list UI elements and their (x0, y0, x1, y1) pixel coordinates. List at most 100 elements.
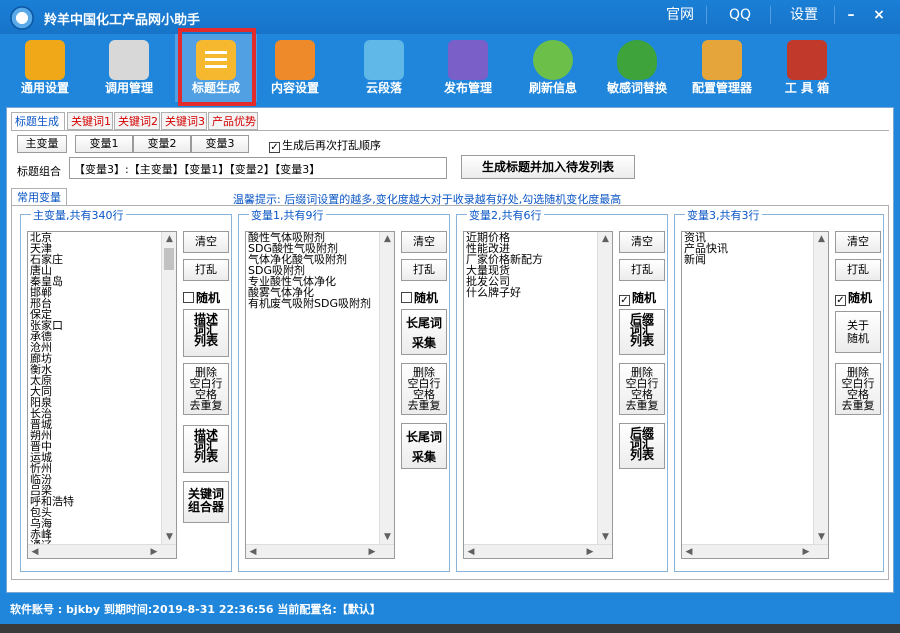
checkbox-unchecked-icon (183, 292, 194, 303)
vertical-scrollbar[interactable]: ▲ ▼ (379, 232, 394, 544)
shuffle-button[interactable]: 打乱 (401, 259, 447, 281)
list-item[interactable]: 什么牌子好 (464, 287, 612, 298)
main-toolbar: 通用设置 调用管理 标题生成 内容设置 云段落 发布管理 刷新信息 敏感词替换 … (0, 34, 900, 104)
scroll-right-icon[interactable]: ▶ (365, 545, 379, 558)
shuffle-button[interactable]: 打乱 (835, 259, 881, 281)
delete-blank-button[interactable]: 删除 空白行 空格 去重复 (835, 363, 881, 415)
subtab-keyword2[interactable]: 关键词2 (114, 112, 160, 130)
minimize-button[interactable]: – (838, 4, 864, 26)
tool-sensitive-word-replace[interactable]: 敏感词替换 (596, 34, 678, 102)
tool-label: 工 具 箱 (784, 81, 830, 95)
description-list-button-2[interactable]: 描述 词汇 列表 (183, 425, 229, 473)
random-checkbox[interactable]: 随机 (401, 289, 461, 306)
button-text: 列表 (193, 334, 218, 348)
scroll-down-icon[interactable]: ▼ (380, 530, 394, 544)
longtail-collect-button-2[interactable]: 长尾词 采集 (401, 423, 447, 469)
var2-button[interactable]: 变量2 (133, 135, 191, 153)
scroll-down-icon[interactable]: ▼ (814, 530, 828, 544)
tool-label: 调用管理 (104, 81, 153, 95)
title-combo-input[interactable]: 【变量3】:【主变量】【变量1】【变量2】【变量3】 (69, 157, 447, 179)
group-var3: 变量3,共有3行 资讯 产品快讯 新闻 ▲ ▼ ◀ ▶ 清空 打乱 ✓ 随机 关… (674, 207, 884, 572)
scroll-up-icon[interactable]: ▲ (814, 232, 828, 246)
random-checkbox[interactable]: ✓ 随机 (835, 289, 895, 306)
delete-blank-button[interactable]: 删除 空白行 空格 去重复 (401, 363, 447, 415)
clear-button[interactable]: 清空 (619, 231, 665, 253)
official-site-link[interactable]: 官网 (656, 4, 704, 26)
longtail-collect-button[interactable]: 长尾词 采集 (401, 309, 447, 355)
qq-link[interactable]: QQ (712, 4, 768, 26)
delete-blank-button[interactable]: 删除 空白行 空格 去重复 (619, 363, 665, 415)
checkbox-checked-icon: ✓ (835, 295, 846, 306)
scroll-down-icon[interactable]: ▼ (598, 530, 612, 544)
generate-titles-button[interactable]: 生成标题并加入待发列表 (461, 155, 635, 179)
scroll-left-icon[interactable]: ◀ (246, 545, 260, 558)
scroll-right-icon[interactable]: ▶ (147, 545, 161, 558)
close-button[interactable]: × (866, 4, 892, 26)
subtab-product-advantage[interactable]: 产品优势 (208, 112, 258, 130)
keyword-combiner-button[interactable]: 关键词 组合器 (183, 481, 229, 523)
main-var-listbox[interactable]: 北京 天津 石家庄 唐山 秦皇岛 邯郸 邢台 保定 张家口 承德 沧州 廊坊 衡水 太原 大同 阳泉 长治 晋城朔… (27, 231, 177, 559)
scroll-up-icon[interactable]: ▲ (380, 232, 394, 246)
tool-label: 配置管理器 (691, 81, 752, 95)
var3-listbox[interactable]: 资讯 产品快讯 新闻 ▲ ▼ ◀ ▶ (681, 231, 829, 559)
scroll-left-icon[interactable]: ◀ (682, 545, 696, 558)
description-list-button[interactable]: 描述 词汇 列表 (183, 309, 229, 357)
var2-listbox[interactable]: 近期价格 性能改进 厂家价格新配方 大量现货 批发公司 什么牌子好 ▲ ▼ ◀ ▶ (463, 231, 613, 559)
clear-button[interactable]: 清空 (401, 231, 447, 253)
tool-publish-management[interactable]: 发布管理 (427, 34, 509, 102)
var3-list: 资讯 产品快讯 新闻 (682, 232, 828, 265)
main-var-button[interactable]: 主变量 (17, 135, 67, 153)
tool-call-management[interactable]: 调用管理 (88, 34, 170, 102)
scroll-left-icon[interactable]: ◀ (464, 545, 478, 558)
scroll-down-icon[interactable]: ▼ (162, 530, 176, 544)
scroll-up-icon[interactable]: ▲ (162, 232, 176, 246)
tool-cloud-paragraph[interactable]: 云段落 (343, 34, 425, 102)
vertical-scrollbar[interactable]: ▲ ▼ (813, 232, 828, 544)
scroll-left-icon[interactable]: ◀ (28, 545, 42, 558)
subtab-title-generation[interactable]: 标题生成 (11, 112, 65, 131)
main-var-actions: 清空 打乱 随机 描述 词汇 列表 删除 空白行 空格 去重复 描述 词汇 列表… (183, 231, 231, 561)
shuffle-button[interactable]: 打乱 (183, 259, 229, 281)
button-text: 列表 (629, 448, 654, 462)
tool-config-manager[interactable]: 配置管理器 (681, 34, 763, 102)
horizontal-scrollbar[interactable]: ◀ ▶ (246, 544, 394, 558)
shuffle-button[interactable]: 打乱 (619, 259, 665, 281)
tool-content-settings[interactable]: 内容设置 (254, 34, 336, 102)
title-generation-panel: 主变量 变量1 变量2 变量3 ✓ 生成后再次打乱顺序 标题组合 【变量3】:【主… (11, 130, 889, 182)
scroll-up-icon[interactable]: ▲ (598, 232, 612, 246)
main-var-list: 北京 天津 石家庄 唐山 秦皇岛 邯郸 邢台 保定 张家口 承德 沧州 廊坊 衡水 太原 大同 阳泉 长治 晋城朔… (28, 232, 176, 551)
random-label: 随机 (196, 291, 221, 305)
vertical-scrollbar[interactable]: ▲ ▼ (161, 232, 176, 544)
title-separator (770, 6, 771, 24)
scroll-right-icon[interactable]: ▶ (799, 545, 813, 558)
random-checkbox[interactable]: 随机 (183, 289, 243, 306)
suffix-list-button[interactable]: 后缀 词汇 列表 (619, 309, 665, 355)
computer-icon (448, 40, 488, 80)
var1-listbox[interactable]: 酸性气体吸附剂 SDG酸性气吸附剂 气体净化酸气吸附剂 SDG吸附剂 专业酸性气体净化酸… (245, 231, 395, 559)
list-item[interactable]: 有机废气吸附SDG吸附剂 (246, 298, 394, 309)
subtab-keyword3[interactable]: 关键词3 (161, 112, 207, 130)
suffix-list-button-2[interactable]: 后缀 词汇 列表 (619, 423, 665, 469)
about-random-button[interactable]: 关于 随机 (835, 311, 881, 353)
random-checkbox[interactable]: ✓ 随机 (619, 289, 679, 306)
scroll-right-icon[interactable]: ▶ (583, 545, 597, 558)
var1-button[interactable]: 变量1 (75, 135, 133, 153)
list-item[interactable]: 新闻 (682, 254, 828, 265)
horizontal-scrollbar[interactable]: ◀ ▶ (28, 544, 176, 558)
settings-link[interactable]: 设置 (776, 4, 832, 26)
tab-common-vars[interactable]: 常用变量 (11, 188, 67, 206)
scroll-thumb[interactable] (164, 248, 174, 270)
horizontal-scrollbar[interactable]: ◀ ▶ (682, 544, 828, 558)
tool-refresh-info[interactable]: 刷新信息 (512, 34, 594, 102)
subtab-keyword1[interactable]: 关键词1 (67, 112, 113, 130)
var3-button[interactable]: 变量3 (191, 135, 249, 153)
toolbox-icon (787, 40, 827, 80)
horizontal-scrollbar[interactable]: ◀ ▶ (464, 544, 612, 558)
clear-button[interactable]: 清空 (835, 231, 881, 253)
tool-general-settings[interactable]: 通用设置 (4, 34, 86, 102)
shuffle-again-checkbox[interactable]: ✓ 生成后再次打乱顺序 (269, 137, 381, 153)
delete-blank-button[interactable]: 删除 空白行 空格 去重复 (183, 363, 229, 415)
clear-button[interactable]: 清空 (183, 231, 229, 253)
vertical-scrollbar[interactable]: ▲ ▼ (597, 232, 612, 544)
tool-toolbox[interactable]: 工 具 箱 (766, 34, 848, 102)
